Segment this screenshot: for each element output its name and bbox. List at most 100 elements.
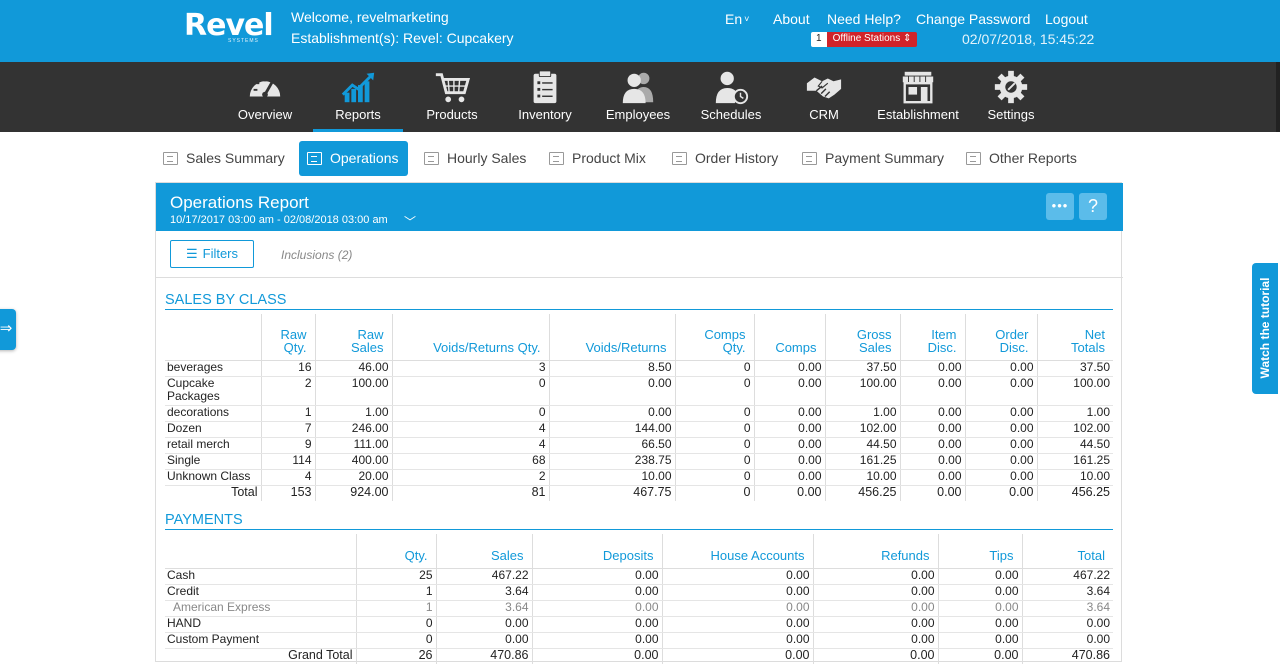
nav-schedules[interactable]: Schedules xyxy=(686,62,776,132)
table-cell: 0.00 xyxy=(965,360,1038,377)
language-selector[interactable]: En ˅ xyxy=(725,11,749,27)
tab-other-reports[interactable]: Other Reports xyxy=(958,141,1087,176)
scrollbar[interactable] xyxy=(1276,62,1280,132)
chart-icon xyxy=(341,72,375,103)
logout-link[interactable]: Logout xyxy=(1045,11,1088,27)
date-range[interactable]: 10/17/2017 03:00 am - 02/08/2018 03:00 a… xyxy=(170,214,388,226)
table-cell: 0 xyxy=(675,469,755,486)
nav-settings[interactable]: Settings xyxy=(966,62,1056,132)
nav-reports[interactable]: Reports xyxy=(313,62,403,132)
class-column-header[interactable]: Raw Qty. xyxy=(261,314,316,361)
filters-button[interactable]: ☰ Filters xyxy=(170,240,254,268)
table-row: decorations 1 1.00 0 0.00 0 0.00 1.00 0.00 0.00 1.… xyxy=(165,405,1113,422)
table-cell: 3.64 xyxy=(436,584,533,601)
table-row: retail merch 9 111.00 4 66.50 0 0.00 44.50 0.00 0… xyxy=(165,437,1113,454)
pay-column-header[interactable]: Refunds xyxy=(813,534,939,569)
pay-column-header[interactable]: Qty. xyxy=(356,534,437,569)
pay-column-header[interactable]: Sales xyxy=(436,534,533,569)
class-column-header[interactable]: Net Totals xyxy=(1037,314,1113,361)
table-row: Credit 1 3.64 0.00 0.00 0.00 0.00 3.64 xyxy=(165,584,1113,601)
table-cell: 10.00 xyxy=(1037,469,1113,486)
class-column-header[interactable] xyxy=(165,314,262,361)
table-cell: 0.00 xyxy=(532,632,663,649)
class-column-header[interactable]: Voids/Returns Qty. xyxy=(392,314,550,361)
class-column-header[interactable]: Gross Sales xyxy=(825,314,901,361)
change-password-link[interactable]: Change Password xyxy=(916,11,1030,27)
clipboard-icon xyxy=(533,70,557,104)
table-cell: 0.00 xyxy=(549,405,676,422)
table-cell: 0 xyxy=(356,616,437,633)
welcome-text: Welcome, revelmarketing xyxy=(291,9,449,25)
sidebar-toggle-button[interactable]: ⇒ xyxy=(0,309,16,350)
report-icon xyxy=(424,152,439,165)
table-cell: 1.00 xyxy=(315,405,393,422)
table-cell: 10.00 xyxy=(549,469,676,486)
offline-stations-badge[interactable]: 1 Offline Stations ⇕ xyxy=(811,32,918,47)
table-cell: 4 xyxy=(392,421,550,438)
tab-order-history[interactable]: Order History xyxy=(664,141,788,176)
table-cell: 0.00 xyxy=(900,421,966,438)
table-row: Unknown Class 4 20.00 2 10.00 0 0.00 10.00 0.00 0… xyxy=(165,469,1113,486)
table-cell: 3 xyxy=(392,360,550,377)
table-cell: 246.00 xyxy=(315,421,393,438)
pay-column-header[interactable]: Total xyxy=(1022,534,1113,569)
pay-column-header[interactable] xyxy=(165,534,357,569)
table-cell: 7 xyxy=(261,421,316,438)
table-cell: 4 xyxy=(392,437,550,454)
table-cell: 1 xyxy=(356,600,437,617)
sort-icon: ⇕ xyxy=(902,33,912,44)
class-column-header[interactable]: Item Disc. xyxy=(900,314,966,361)
table-cell: 68 xyxy=(392,453,550,470)
table-row: Cupcake Packages 2 100.00 0 0.00 0 0.00 100.00 0… xyxy=(165,376,1113,406)
class-column-header[interactable]: Comps xyxy=(754,314,826,361)
tab-sales-summary[interactable]: Sales Summary xyxy=(155,141,295,176)
help-button[interactable]: ? xyxy=(1079,193,1107,220)
total-cell: 0.00 xyxy=(938,647,1023,664)
table-cell: 0 xyxy=(675,360,755,377)
table-cell: 37.50 xyxy=(1037,360,1113,377)
payments-table: Qty. Sales Deposits House Accounts Refunds Ti… xyxy=(165,534,1113,664)
table-cell: 0.00 xyxy=(965,405,1038,422)
tab-operations[interactable]: Operations xyxy=(299,141,409,176)
nav-overview[interactable]: Overview xyxy=(220,62,310,132)
logo-subtitle: SYSTEMS xyxy=(228,38,259,44)
tab-product-mix[interactable]: Product Mix xyxy=(541,141,656,176)
about-link[interactable]: About xyxy=(773,11,810,27)
class-column-header[interactable]: Raw Sales xyxy=(315,314,393,361)
nav-inventory[interactable]: Inventory xyxy=(500,62,590,132)
row-label: Cupcake Packages xyxy=(165,376,262,406)
gauge-icon xyxy=(249,77,281,98)
inclusions-link[interactable]: Inclusions (2) xyxy=(281,248,352,262)
class-column-header[interactable]: Voids/Returns xyxy=(549,314,676,361)
tab-payment-summary[interactable]: Payment Summary xyxy=(794,141,954,176)
tab-hourly-sales[interactable]: Hourly Sales xyxy=(416,141,536,176)
pay-column-header[interactable]: Deposits xyxy=(532,534,663,569)
help-link[interactable]: Need Help? xyxy=(827,11,901,27)
table-cell: 0.00 xyxy=(662,568,814,585)
table-cell: 102.00 xyxy=(1037,421,1113,438)
nav-products[interactable]: Products xyxy=(407,62,497,132)
pay-column-header[interactable]: Tips xyxy=(938,534,1023,569)
offline-label: Offline Stations xyxy=(832,33,901,44)
chevron-down-icon[interactable]: ﹀ xyxy=(404,213,416,230)
nav-employees[interactable]: Employees xyxy=(593,62,683,132)
class-column-header[interactable]: Comps Qty. xyxy=(675,314,755,361)
more-options-button[interactable]: ••• xyxy=(1046,193,1074,220)
total-cell: 470.86 xyxy=(1022,647,1113,664)
table-cell: 0.00 xyxy=(900,405,966,422)
language-label: En xyxy=(725,11,743,27)
pay-column-header[interactable]: House Accounts xyxy=(662,534,814,569)
class-column-header[interactable]: Order Disc. xyxy=(965,314,1038,361)
table-cell: 0.00 xyxy=(549,376,676,406)
table-cell: 144.00 xyxy=(549,421,676,438)
nav-establishment[interactable]: Establishment xyxy=(873,62,963,132)
establishment-text[interactable]: Establishment(s): Revel: Cupcakery xyxy=(291,30,514,46)
nav-crm[interactable]: CRM xyxy=(779,62,869,132)
row-label: beverages xyxy=(165,360,262,377)
tab-label: Order History xyxy=(695,150,779,166)
watch-tutorial-button[interactable]: Watch the tutorial xyxy=(1252,263,1278,394)
people-icon xyxy=(622,72,654,104)
table-cell: 4 xyxy=(261,469,316,486)
table-cell: 1.00 xyxy=(825,405,901,422)
report-icon xyxy=(163,152,178,165)
